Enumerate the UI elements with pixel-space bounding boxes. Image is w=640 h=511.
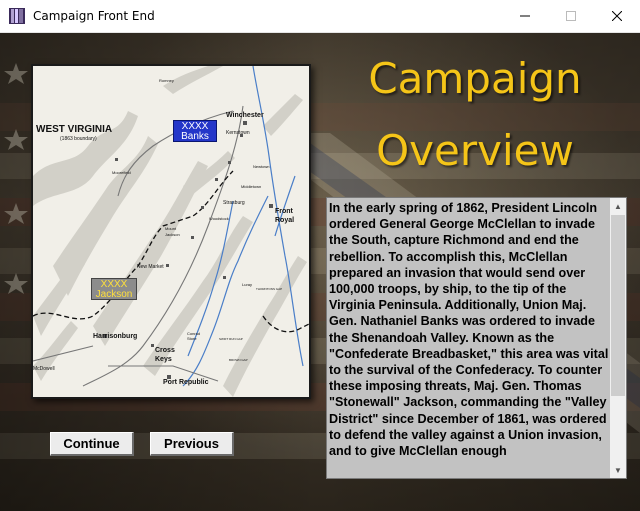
banks-unit-marker[interactable]: XXXX Banks	[173, 120, 217, 142]
place-mount-jackson-line2: Jackson	[165, 232, 180, 237]
place-newtown: Newtown	[253, 164, 270, 169]
chevron-down-icon: ▼	[614, 465, 622, 475]
close-button[interactable]	[594, 0, 640, 32]
title-bar: Campaign Front End	[0, 0, 640, 33]
continue-button[interactable]: Continue	[50, 432, 134, 456]
place-middletown: Middletown	[241, 184, 262, 189]
place-conrad-store-line2: Store	[187, 336, 197, 341]
place-winchester: Winchester	[226, 112, 264, 119]
overview-scrollbar[interactable]: ▲ ▼	[610, 198, 626, 478]
place-luray: Luray	[242, 282, 253, 287]
state-label: WEST VIRGINIA	[36, 124, 113, 135]
overview-text: In the early spring of 1862, President L…	[329, 201, 609, 459]
boundary-note: (1863 boundary)	[60, 136, 97, 142]
place-thorntons-gap: THORNTONS GAP	[256, 287, 283, 291]
place-swift-run-gap: SWIFT RUN GAP	[219, 337, 243, 341]
jackson-unit-name: Jackson	[95, 289, 133, 300]
place-strasburg: Strasburg	[223, 200, 245, 206]
close-icon	[612, 11, 622, 21]
place-kernstown: Kernstown	[226, 130, 250, 136]
place-front-royal-line2: Royal	[275, 217, 295, 224]
maximize-button[interactable]	[548, 0, 594, 32]
place-cross-keys-line2: Keys	[155, 356, 172, 363]
place-brown-gap: BROWN GAP	[229, 358, 248, 362]
place-mcdowell: McDowell	[33, 366, 55, 372]
place-port-republic: Port Republic	[163, 379, 209, 386]
place-woodstock: Woodstock	[209, 216, 229, 221]
scroll-up-button[interactable]: ▲	[610, 198, 626, 214]
place-front-royal-line1: Front	[275, 208, 293, 215]
scroll-down-button[interactable]: ▼	[610, 462, 626, 478]
window-title: Campaign Front End	[33, 9, 155, 23]
place-harrisonburg: Harrisonburg	[93, 333, 138, 340]
banks-unit-name: Banks	[181, 131, 209, 142]
campaign-map: WEST VIRGINIA (1863 boundary) Romney Win…	[31, 64, 311, 399]
scrollbar-thumb[interactable]	[611, 215, 625, 396]
maximize-icon	[566, 11, 576, 21]
page-title-line1: Campaign	[368, 54, 582, 103]
place-moorefield: Moorefield	[112, 170, 131, 175]
chevron-up-icon: ▲	[614, 201, 622, 211]
app-icon	[9, 8, 25, 24]
place-cross-keys-line1: Cross	[155, 347, 175, 354]
overview-text-panel[interactable]: In the early spring of 1862, President L…	[326, 197, 627, 479]
jackson-unit-marker[interactable]: XXXX Jackson	[91, 278, 137, 300]
minimize-button[interactable]	[502, 0, 548, 32]
place-romney: Romney	[159, 78, 174, 83]
previous-button[interactable]: Previous	[150, 432, 234, 456]
minimize-icon	[520, 15, 530, 17]
place-mount-jackson-line1: Mount	[165, 226, 177, 231]
place-new-market: New Market	[137, 264, 164, 270]
page-title-line2: Overview	[376, 126, 574, 175]
